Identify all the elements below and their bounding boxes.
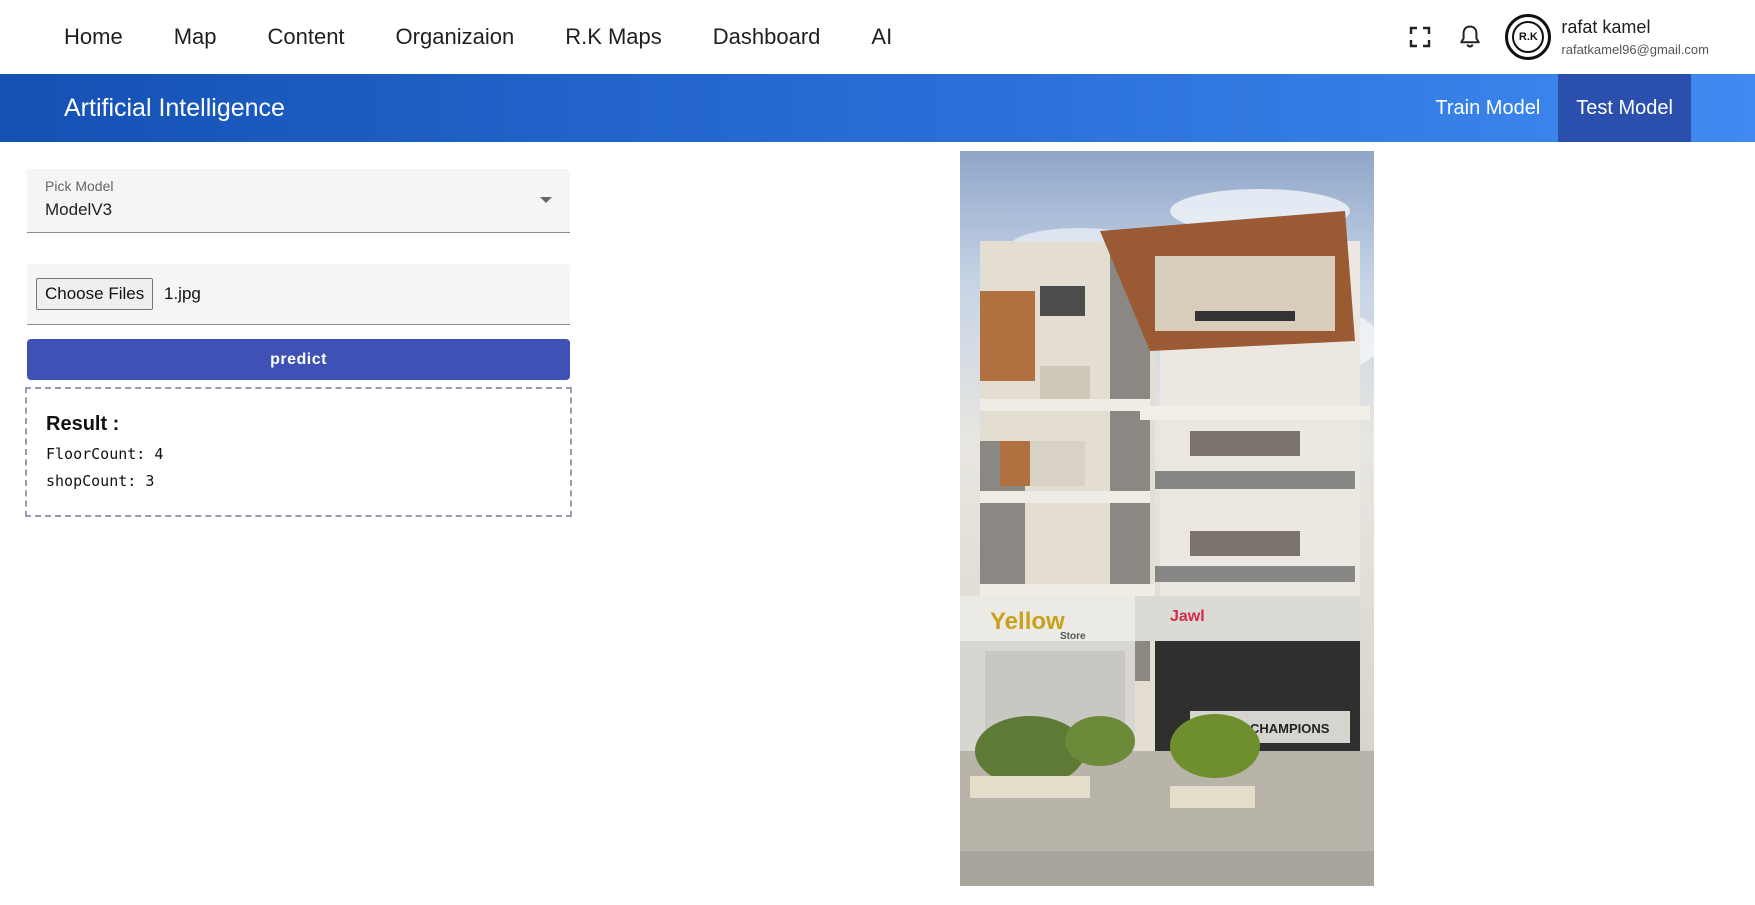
bell-icon	[1460, 25, 1481, 48]
predict-button[interactable]: predict	[27, 339, 570, 380]
caret-down-icon	[540, 197, 552, 203]
nav-item-organization[interactable]: Organizaion	[396, 24, 515, 50]
svg-text:Jawl: Jawl	[1170, 608, 1205, 625]
sign-store: Store	[1060, 631, 1086, 642]
fullscreen-button[interactable]	[1405, 22, 1435, 52]
model-select[interactable]: Pick Model ModelV3	[27, 169, 570, 233]
result-shop-count: shopCount: 3	[46, 472, 155, 490]
result-floor-count: FloorCount: 4	[46, 445, 164, 463]
nav-item-home[interactable]: Home	[64, 24, 123, 50]
user-info[interactable]: rafat kamel rafatkamel96@gmail.com	[1561, 17, 1709, 57]
file-input-field: Choose Files 1.jpg	[27, 264, 570, 325]
avatar-logo: R.K	[1512, 21, 1545, 53]
uploaded-image-preview: Yellow Store Jawl CHAMPIONS	[960, 151, 1374, 886]
tab-test-model[interactable]: Test Model	[1558, 74, 1691, 142]
building-photo: Yellow Store Jawl CHAMPIONS	[960, 189, 1374, 886]
nav-item-dashboard[interactable]: Dashboard	[713, 24, 821, 50]
tab-train-model[interactable]: Train Model	[1417, 74, 1558, 142]
fullscreen-icon	[1410, 26, 1431, 48]
page-title: Artificial Intelligence	[64, 94, 285, 122]
selected-file-name: 1.jpg	[164, 284, 201, 303]
nav-item-content[interactable]: Content	[267, 24, 344, 50]
model-select-label: Pick Model	[45, 178, 114, 194]
main-nav: Home Map Content Organizaion R.K Maps Da…	[64, 0, 943, 74]
top-navbar: Home Map Content Organizaion R.K Maps Da…	[0, 0, 1755, 74]
result-panel: Result : FloorCount: 4 shopCount: 3	[25, 387, 572, 517]
nav-item-ai[interactable]: AI	[871, 24, 892, 50]
choose-files-button[interactable]: Choose Files	[36, 278, 154, 310]
page-header-banner: Artificial Intelligence Train Model Test…	[0, 74, 1755, 142]
avatar[interactable]: R.K	[1505, 14, 1552, 60]
notifications-button[interactable]	[1455, 22, 1485, 52]
model-tabs: Train Model Test Model	[1417, 74, 1691, 142]
nav-item-map[interactable]: Map	[174, 24, 217, 50]
model-select-value: ModelV3	[45, 200, 113, 219]
user-name: rafat kamel	[1561, 16, 1651, 37]
user-email: rafatkamel96@gmail.com	[1561, 41, 1709, 57]
result-title: Result :	[46, 413, 120, 435]
sign-champions: CHAMPIONS	[1250, 721, 1330, 736]
nav-item-rk-maps[interactable]: R.K Maps	[565, 24, 662, 50]
sign-yellow: Yellow	[990, 608, 1065, 635]
user-toolbar: R.K rafat kamel rafatkamel96@gmail.com	[1405, 0, 1709, 74]
